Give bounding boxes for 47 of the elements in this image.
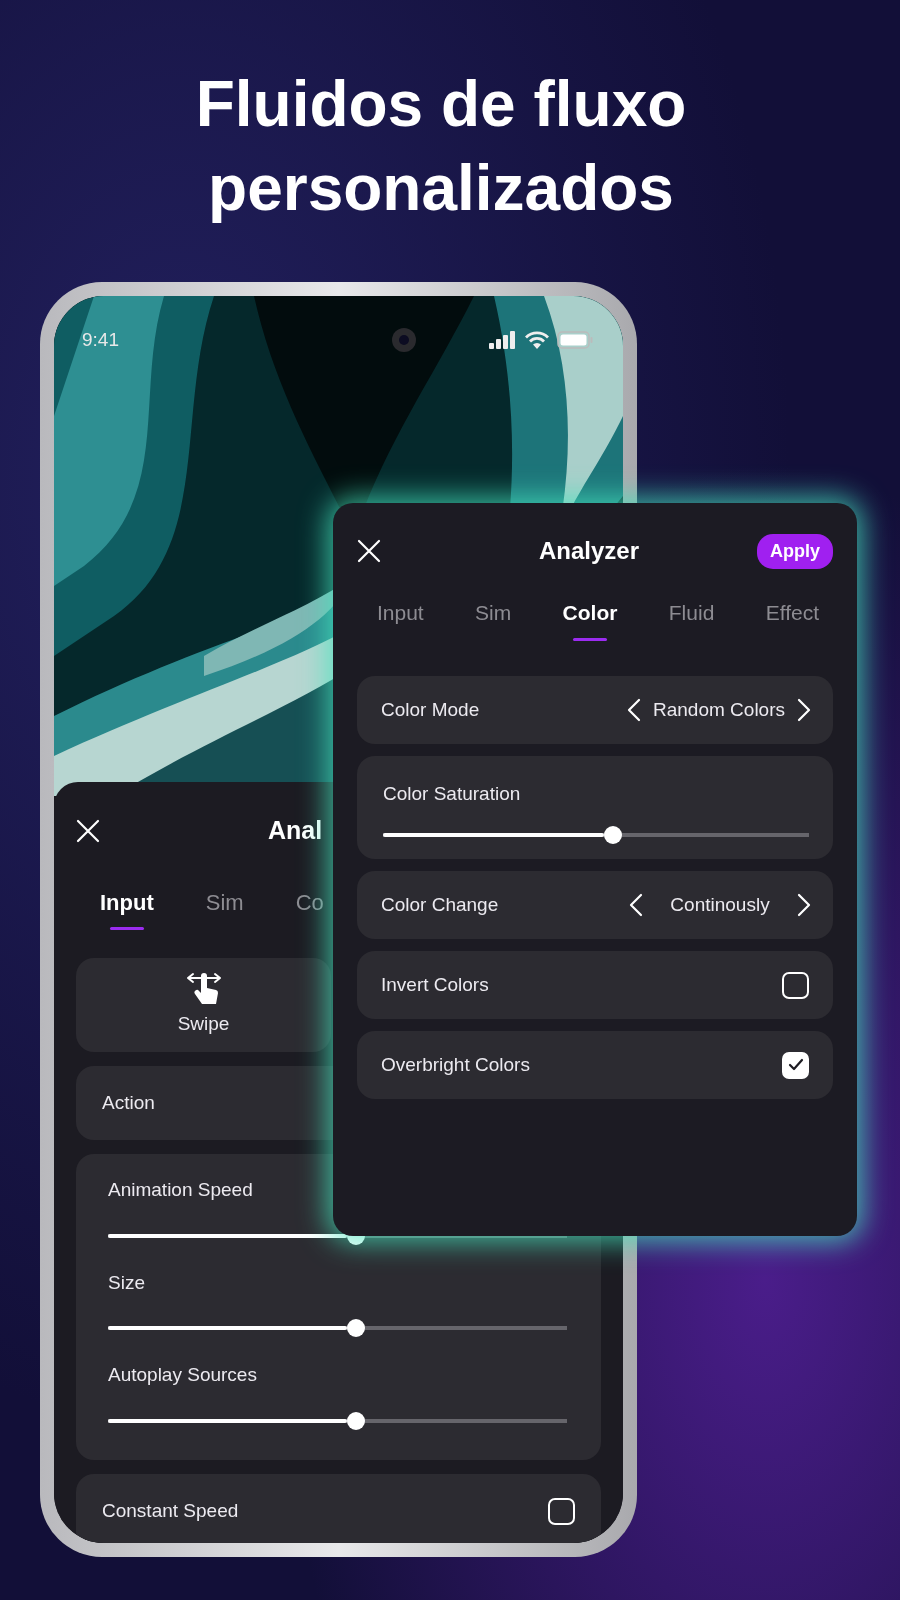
- slider-label: Animation Speed: [108, 1178, 254, 1202]
- slider-thumb[interactable]: [604, 825, 623, 844]
- slider-thumb[interactable]: [346, 1319, 365, 1337]
- chevron-right-icon[interactable]: [797, 893, 811, 917]
- close-button[interactable]: [76, 819, 100, 843]
- row-label: Constant Speed: [102, 1499, 239, 1524]
- slider-fill[interactable]: [383, 832, 605, 837]
- slider-label: Size: [108, 1270, 146, 1295]
- check-icon: [787, 1058, 804, 1072]
- tab[interactable]: Input: [100, 884, 154, 930]
- chevron-left-icon[interactable]: [629, 893, 643, 917]
- checkbox[interactable]: [782, 1051, 809, 1079]
- tab[interactable]: Sim: [475, 595, 512, 641]
- slider-thumb[interactable]: [346, 1411, 365, 1430]
- checkbox[interactable]: [782, 971, 809, 999]
- row-label: Color Mode: [381, 697, 480, 722]
- tab[interactable]: Input: [377, 595, 424, 641]
- close-button[interactable]: [357, 539, 381, 563]
- selector-value: Random Colors: [653, 697, 785, 722]
- row-label: Overbright Colors: [381, 1052, 530, 1077]
- slider-fill[interactable]: [108, 1418, 347, 1423]
- signal-icon: [489, 331, 517, 349]
- battery-icon: [557, 331, 593, 349]
- headline: Fluidos de fluxo personalizados: [194, 67, 688, 226]
- slider-fill[interactable]: [108, 1233, 347, 1238]
- tab[interactable]: Fluid: [668, 595, 715, 641]
- tab[interactable]: Color: [562, 595, 618, 641]
- chevron-left-icon[interactable]: [627, 698, 641, 722]
- row-label: Action: [102, 1090, 155, 1115]
- slider-label: Color Saturation: [383, 782, 522, 806]
- slider-fill[interactable]: [108, 1326, 347, 1330]
- selector-value: Continously: [669, 892, 771, 917]
- tab[interactable]: Sim: [205, 884, 244, 930]
- checkbox[interactable]: [548, 1498, 575, 1525]
- tab[interactable]: Effect: [765, 595, 819, 641]
- chevron-right-icon[interactable]: [797, 698, 811, 722]
- mode-button[interactable]: Swipe: [76, 958, 331, 1052]
- apply-button[interactable]: Apply: [757, 533, 833, 569]
- tab[interactable]: Co: [295, 884, 324, 930]
- dialog-title: Analyzer: [538, 536, 639, 566]
- status-time: 9:41: [82, 327, 119, 352]
- dialog-title: Anal: [268, 815, 323, 847]
- wifi-icon: [525, 331, 549, 349]
- row-label: Color Change: [381, 892, 499, 917]
- row-label: Invert Colors: [381, 972, 489, 997]
- slider-label: Autoplay Sources: [108, 1363, 258, 1387]
- camera-icon: [391, 327, 417, 353]
